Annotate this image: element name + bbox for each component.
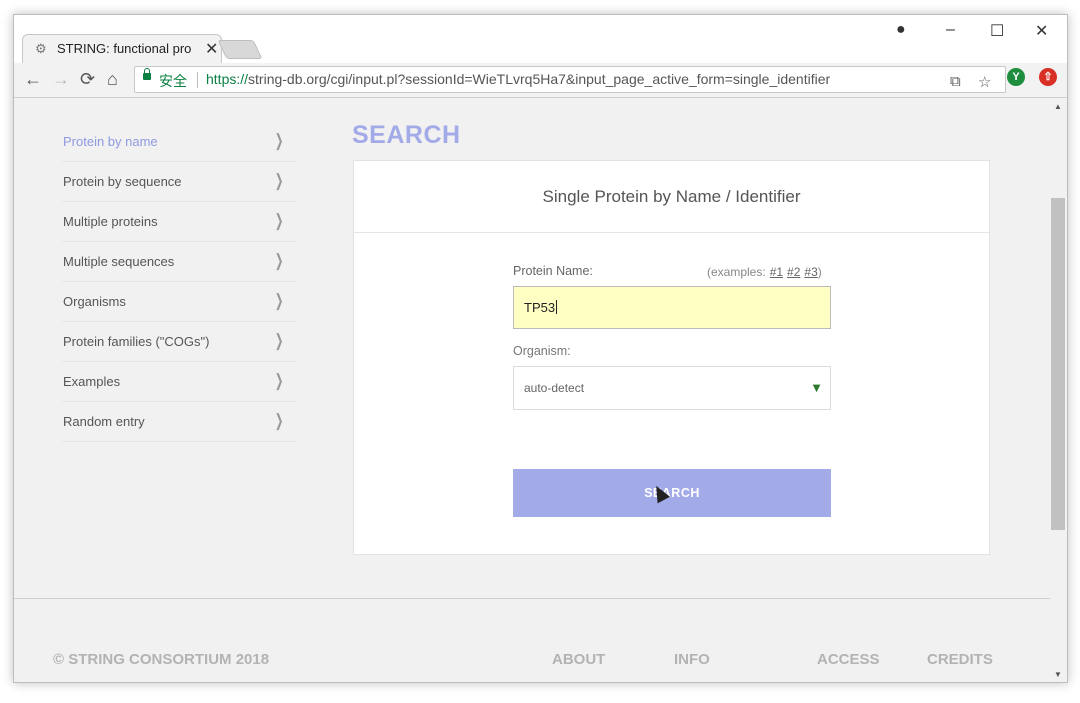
chevron-right-icon: ❯ xyxy=(274,211,284,230)
extension-red-icon[interactable]: ⇧ xyxy=(1039,68,1057,86)
search-type-sidebar: Protein by name ❯ Protein by sequence ❯ … xyxy=(62,122,296,442)
sidebar-item-label: Multiple proteins xyxy=(63,214,158,229)
footer-link-info[interactable]: INFO xyxy=(674,651,710,668)
text-caret xyxy=(556,300,558,314)
reload-icon[interactable]: ⟳ xyxy=(80,69,95,89)
address-separator xyxy=(197,72,198,88)
browser-toolbar: ← → ⟳ ⌂ 安全 https://string-db.org/cgi/inp… xyxy=(14,63,1067,98)
search-form-card: Single Protein by Name / Identifier Prot… xyxy=(353,160,990,555)
chevron-right-icon: ❯ xyxy=(274,331,284,350)
translate-icon[interactable]: ⧉ xyxy=(950,73,961,90)
search-button[interactable]: SEARCH xyxy=(513,469,831,517)
protein-name-label: Protein Name: xyxy=(513,264,593,278)
scroll-down-arrow-icon[interactable]: ▼ xyxy=(1054,670,1062,679)
page-footer: © STRING CONSORTIUM 2018 ABOUT INFO ACCE… xyxy=(14,598,1050,682)
sidebar-item-label: Protein by name xyxy=(63,134,158,149)
maximize-icon[interactable]: ☐ xyxy=(990,21,1004,41)
example-link-2[interactable]: #2 xyxy=(787,265,800,279)
footer-link-access[interactable]: ACCESS xyxy=(817,651,880,668)
examples-prefix: (examples: xyxy=(707,265,766,279)
example-link-1[interactable]: #1 xyxy=(770,265,783,279)
sidebar-item-organisms[interactable]: Organisms ❯ xyxy=(62,282,296,322)
footer-copyright: © STRING CONSORTIUM 2018 xyxy=(53,651,270,668)
home-icon[interactable]: ⌂ xyxy=(107,69,118,89)
chevron-right-icon: ❯ xyxy=(274,371,284,390)
scrollbar-thumb[interactable] xyxy=(1051,198,1065,530)
sidebar-item-label: Protein families ("COGs") xyxy=(63,334,210,349)
chevron-right-icon: ❯ xyxy=(274,171,284,190)
sidebar-item-label: Random entry xyxy=(63,414,145,429)
lock-icon xyxy=(143,68,151,80)
protein-name-input[interactable]: TP53 xyxy=(513,286,831,329)
secure-label: 安全 xyxy=(159,73,187,89)
string-favicon-icon: ⚙ xyxy=(35,41,47,56)
sidebar-item-label: Multiple sequences xyxy=(63,254,175,269)
sidebar-item-multiple-sequences[interactable]: Multiple sequences ❯ xyxy=(62,242,296,282)
protein-name-text: TP53 xyxy=(524,300,556,315)
chevron-right-icon: ❯ xyxy=(274,291,284,310)
example-link-3[interactable]: #3 xyxy=(804,265,817,279)
new-tab-button[interactable] xyxy=(217,40,263,59)
url-path: string-db.org/cgi/input.pl?sessionId=Wie… xyxy=(248,71,831,87)
account-icon[interactable]: ● xyxy=(896,21,906,39)
browser-tab[interactable]: ⚙ STRING: functional pro ✕ xyxy=(22,34,222,63)
close-window-icon[interactable]: ✕ xyxy=(1035,21,1048,41)
chevron-right-icon: ❯ xyxy=(274,251,284,270)
url-scheme: https:// xyxy=(206,71,249,87)
vertical-scrollbar[interactable]: ▲ ▼ xyxy=(1050,98,1067,682)
sidebar-item-protein-by-name[interactable]: Protein by name ❯ xyxy=(62,122,296,162)
tab-title: STRING: functional pro xyxy=(57,41,192,56)
protein-name-value: TP53 xyxy=(524,300,558,315)
examples-suffix: ) xyxy=(817,265,822,279)
extension-green-icon[interactable]: Y xyxy=(1007,68,1025,86)
sidebar-item-examples[interactable]: Examples ❯ xyxy=(62,362,296,402)
footer-link-credits[interactable]: CREDITS xyxy=(927,651,993,668)
examples-links: (examples: #1 #2 #3) xyxy=(707,265,822,279)
chevron-right-icon: ❯ xyxy=(274,131,284,150)
footer-link-about[interactable]: ABOUT xyxy=(552,651,605,668)
chevron-right-icon: ❯ xyxy=(274,411,284,430)
sidebar-item-label: Protein by sequence xyxy=(63,174,182,189)
page-title: SEARCH xyxy=(352,121,461,149)
organism-label: Organism: xyxy=(513,344,571,358)
card-title: Single Protein by Name / Identifier xyxy=(542,187,801,206)
card-divider xyxy=(354,232,989,233)
sidebar-item-protein-by-sequence[interactable]: Protein by sequence ❯ xyxy=(62,162,296,202)
address-bar[interactable]: 安全 https://string-db.org/cgi/input.pl?se… xyxy=(134,66,1006,93)
forward-icon[interactable]: → xyxy=(52,69,70,89)
organism-select[interactable]: auto-detect ▼ xyxy=(513,366,831,410)
sidebar-item-label: Examples xyxy=(63,374,121,389)
sidebar-item-random-entry[interactable]: Random entry ❯ xyxy=(62,402,296,442)
title-bar: ⚙ STRING: functional pro ✕ ● – ☐ ✕ xyxy=(14,15,1067,63)
browser-window: ⚙ STRING: functional pro ✕ ● – ☐ ✕ ← → ⟳… xyxy=(13,14,1068,683)
dropdown-arrow-icon: ▼ xyxy=(810,380,823,395)
tab-close-icon[interactable]: ✕ xyxy=(205,39,218,59)
url-text[interactable]: https://string-db.org/cgi/input.pl?sessi… xyxy=(206,71,830,87)
bookmark-star-icon[interactable]: ☆ xyxy=(978,73,991,91)
scroll-up-arrow-icon[interactable]: ▲ xyxy=(1054,102,1062,111)
minimize-icon[interactable]: – xyxy=(946,21,955,39)
back-icon[interactable]: ← xyxy=(24,69,42,89)
sidebar-item-label: Organisms xyxy=(63,294,126,309)
sidebar-item-protein-families[interactable]: Protein families ("COGs") ❯ xyxy=(62,322,296,362)
sidebar-item-multiple-proteins[interactable]: Multiple proteins ❯ xyxy=(62,202,296,242)
organism-select-value: auto-detect xyxy=(524,381,585,395)
